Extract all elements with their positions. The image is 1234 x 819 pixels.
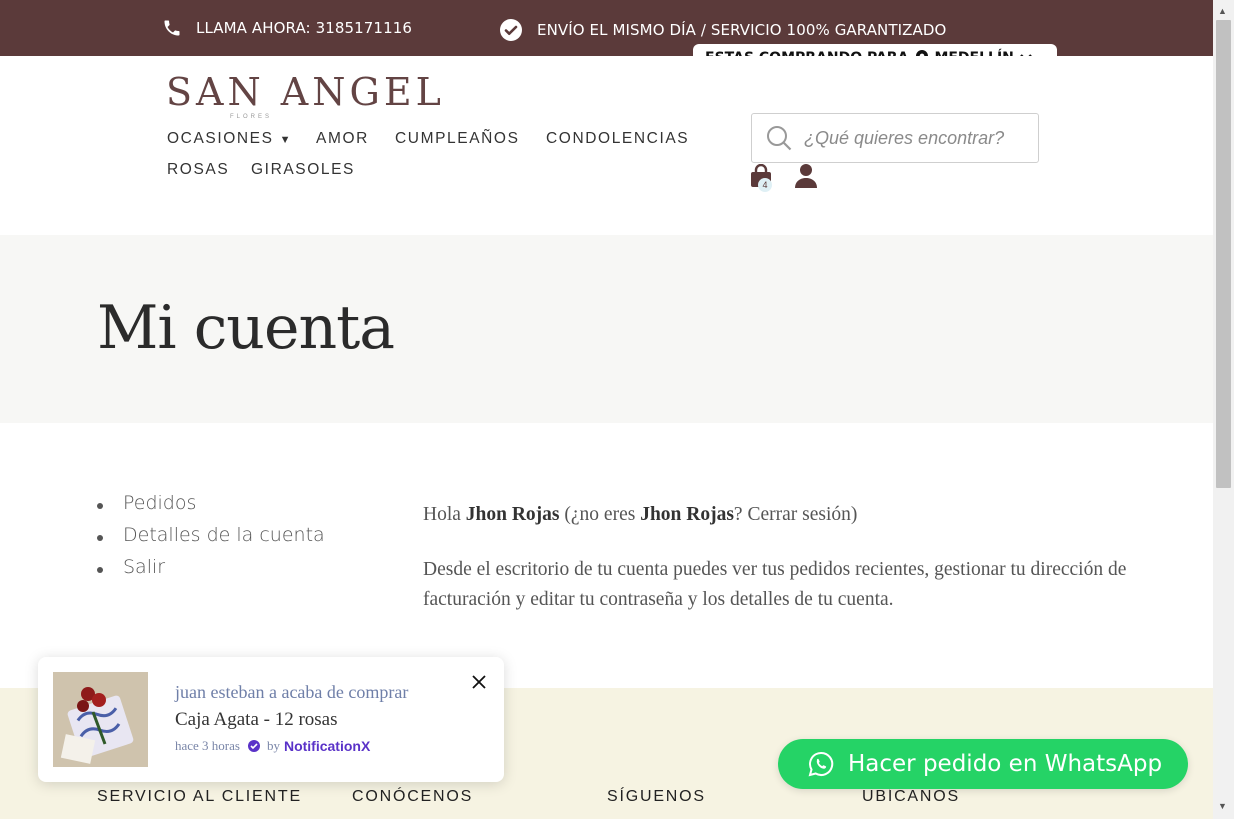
site-logo[interactable]: SAN ANGEL [166, 70, 445, 114]
site-logo-subtitle: FLORES [230, 114, 273, 120]
page-title: Mi cuenta [97, 293, 395, 363]
nav-item-rosas[interactable]: ROSAS [167, 161, 229, 179]
account-nav-orders[interactable]: Pedidos [97, 492, 325, 514]
notification-time: hace 3 horas [175, 738, 240, 753]
account-nav-logout[interactable]: Salir [97, 556, 325, 578]
cart-count-badge: 4 [758, 178, 772, 192]
scrollbar-thumb[interactable] [1216, 20, 1231, 488]
notification-buyer: juan esteban a acaba de comprar [175, 682, 409, 702]
nav-item-ocasiones[interactable]: OCASIONES ▼ [167, 130, 292, 148]
nav-item-cumpleanos[interactable]: CUMPLEAÑOS [395, 130, 520, 148]
phone-callout[interactable]: LLAMA AHORA: 3185171116 [162, 18, 412, 38]
greeting-prefix: Hola [423, 504, 466, 525]
notification-by: by [266, 738, 280, 753]
dashboard-description: Desde el escritorio de tu cuenta puedes … [423, 559, 1127, 610]
product-thumbnail[interactable] [53, 672, 148, 767]
page-hero: Mi cuenta [0, 235, 1213, 423]
notification-meta: hace 3 horas by NotificationX [175, 738, 370, 754]
account-nav-details[interactable]: Detalles de la cuenta [97, 524, 325, 546]
scroll-up-arrow-icon[interactable]: ▲ [1218, 6, 1227, 16]
whatsapp-label: Hacer pedido en WhatsApp [848, 751, 1163, 777]
footer-heading-about: CONÓCENOS [352, 788, 474, 805]
nav-label: OCASIONES [167, 130, 274, 147]
check-circle-icon [500, 19, 522, 41]
notificationx-brand[interactable]: NotificationX [284, 738, 370, 754]
shipping-text: ENVÍO EL MISMO DÍA / SERVICIO 100% GARAN… [537, 21, 947, 39]
footer-heading-follow: SÍGUENOS [607, 788, 706, 805]
close-paren: ) [850, 504, 858, 525]
search-input[interactable] [804, 127, 1024, 149]
shipping-callout: ENVÍO EL MISMO DÍA / SERVICIO 100% GARAN… [499, 18, 946, 42]
phone-icon [164, 20, 180, 36]
footer-heading-location: UBÍCANOS [862, 788, 960, 805]
product-image [53, 672, 148, 767]
chevron-down-icon: ▼ [279, 134, 293, 146]
page-scrollbar[interactable]: ▲ ▼ [1213, 0, 1234, 819]
whatsapp-icon [808, 751, 834, 777]
search-icon [767, 126, 792, 151]
footer-heading-customer-service: SERVICIO AL CLIENTE [97, 788, 302, 805]
search-box[interactable] [751, 113, 1039, 163]
user-name: Jhon Rojas [465, 504, 560, 525]
close-icon[interactable] [468, 671, 490, 693]
scroll-down-arrow-icon[interactable]: ▼ [1218, 801, 1227, 811]
whatsapp-order-button[interactable]: Hacer pedido en WhatsApp [778, 739, 1188, 789]
notification-product[interactable]: Caja Agata - 12 rosas [175, 709, 338, 731]
cart-button[interactable]: 4 [750, 163, 774, 192]
greeting-paragraph: Hola Jhon Rojas (¿no eres Jhon Rojas? Ce… [423, 500, 1143, 530]
phone-text: LLAMA AHORA: 3185171116 [196, 19, 413, 37]
account-dashboard: Hola Jhon Rojas (¿no eres Jhon Rojas? Ce… [423, 500, 1143, 640]
nav-item-condolencias[interactable]: CONDOLENCIAS [546, 130, 689, 148]
not-you-prefix: (¿no eres [559, 504, 641, 525]
account-navigation: Pedidos Detalles de la cuenta Salir [97, 492, 325, 588]
nav-item-amor[interactable]: AMOR [316, 130, 369, 148]
account-button[interactable] [795, 164, 817, 193]
not-you-suffix: ? [733, 504, 748, 525]
user-name-repeat: Jhon Rojas [640, 504, 734, 525]
purchase-notification: juan esteban a acaba de comprar Caja Aga… [38, 657, 504, 782]
logout-link[interactable]: Cerrar sesión [747, 504, 850, 525]
user-icon [795, 164, 817, 188]
nav-item-girasoles[interactable]: GIRASOLES [251, 161, 355, 179]
verified-badge-icon [247, 740, 260, 752]
